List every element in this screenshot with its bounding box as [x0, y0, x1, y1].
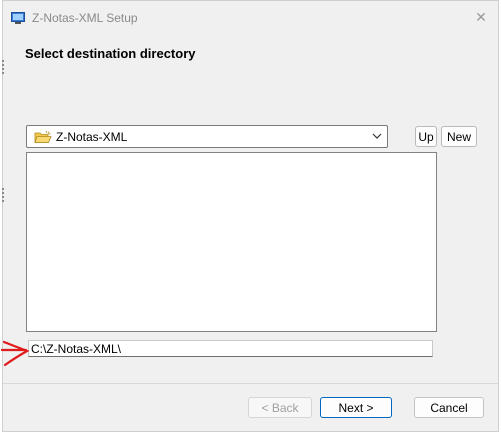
selected-folder-label: Z-Notas-XML — [56, 130, 128, 144]
edge-marker — [2, 188, 6, 202]
close-button[interactable]: ✕ — [470, 7, 492, 27]
setup-app-icon — [11, 12, 25, 24]
header-panel: Select destination directory — [3, 34, 498, 79]
next-button[interactable]: Next > — [320, 397, 392, 418]
up-button[interactable]: Up — [415, 126, 437, 147]
edge-marker — [2, 60, 6, 74]
page-title: Select destination directory — [25, 46, 196, 61]
cancel-button[interactable]: Cancel — [414, 397, 484, 418]
close-icon: ✕ — [475, 8, 487, 25]
chevron-down-icon — [372, 133, 382, 139]
new-folder-button[interactable]: New — [441, 126, 477, 147]
path-input[interactable] — [28, 340, 433, 357]
open-folder-icon — [34, 130, 52, 143]
footer-divider — [3, 383, 498, 384]
directory-list[interactable] — [26, 152, 437, 332]
red-arrow-annotation — [0, 340, 30, 367]
window-title: Z-Notas-XML Setup — [32, 11, 138, 25]
folder-dropdown[interactable]: Z-Notas-XML — [26, 125, 388, 148]
title-bar: Z-Notas-XML Setup ✕ — [3, 1, 498, 34]
setup-window: Z-Notas-XML Setup ✕ Select destination d… — [2, 0, 499, 432]
back-button[interactable]: < Back — [248, 397, 312, 418]
